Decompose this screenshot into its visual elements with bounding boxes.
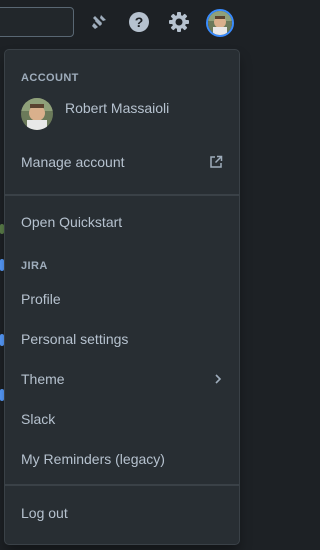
avatar[interactable] (206, 9, 234, 37)
external-link-icon (209, 155, 223, 169)
manage-account-link[interactable]: Manage account (5, 142, 239, 182)
manage-account-label: Manage account (21, 154, 125, 170)
theme-item[interactable]: Theme (5, 359, 239, 399)
profile-item[interactable]: Profile (5, 279, 239, 319)
account-section-heading: ACCOUNT (21, 72, 79, 84)
help-icon[interactable]: ? (127, 10, 151, 34)
my-reminders-label: My Reminders (legacy) (21, 451, 165, 467)
top-navigation-bar: ? (0, 0, 245, 44)
personal-settings-label: Personal settings (21, 331, 129, 347)
theme-label: Theme (21, 371, 65, 387)
log-out-item[interactable]: Log out (5, 493, 239, 533)
profile-dropdown-menu: ACCOUNT Robert Massaioli Manage account … (5, 50, 239, 544)
settings-icon[interactable] (167, 10, 191, 34)
profile-label: Profile (21, 291, 61, 307)
notifications-icon[interactable] (87, 10, 111, 34)
svg-text:?: ? (135, 14, 144, 30)
account-profile-row[interactable]: Robert Massaioli (5, 88, 239, 138)
open-quickstart-item[interactable]: Open Quickstart (5, 202, 239, 242)
slack-label: Slack (21, 411, 56, 427)
my-reminders-item[interactable]: My Reminders (legacy) (5, 439, 239, 479)
personal-settings-item[interactable]: Personal settings (5, 319, 239, 359)
profile-avatar (21, 98, 53, 130)
chevron-right-icon (213, 373, 223, 385)
menu-divider (5, 194, 239, 196)
search-input[interactable] (0, 7, 74, 37)
open-quickstart-label: Open Quickstart (21, 214, 123, 230)
jira-section-heading: JIRA (21, 260, 48, 272)
menu-divider (5, 484, 239, 486)
log-out-label: Log out (21, 505, 68, 521)
slack-item[interactable]: Slack (5, 399, 239, 439)
profile-name: Robert Massaioli (65, 100, 170, 116)
